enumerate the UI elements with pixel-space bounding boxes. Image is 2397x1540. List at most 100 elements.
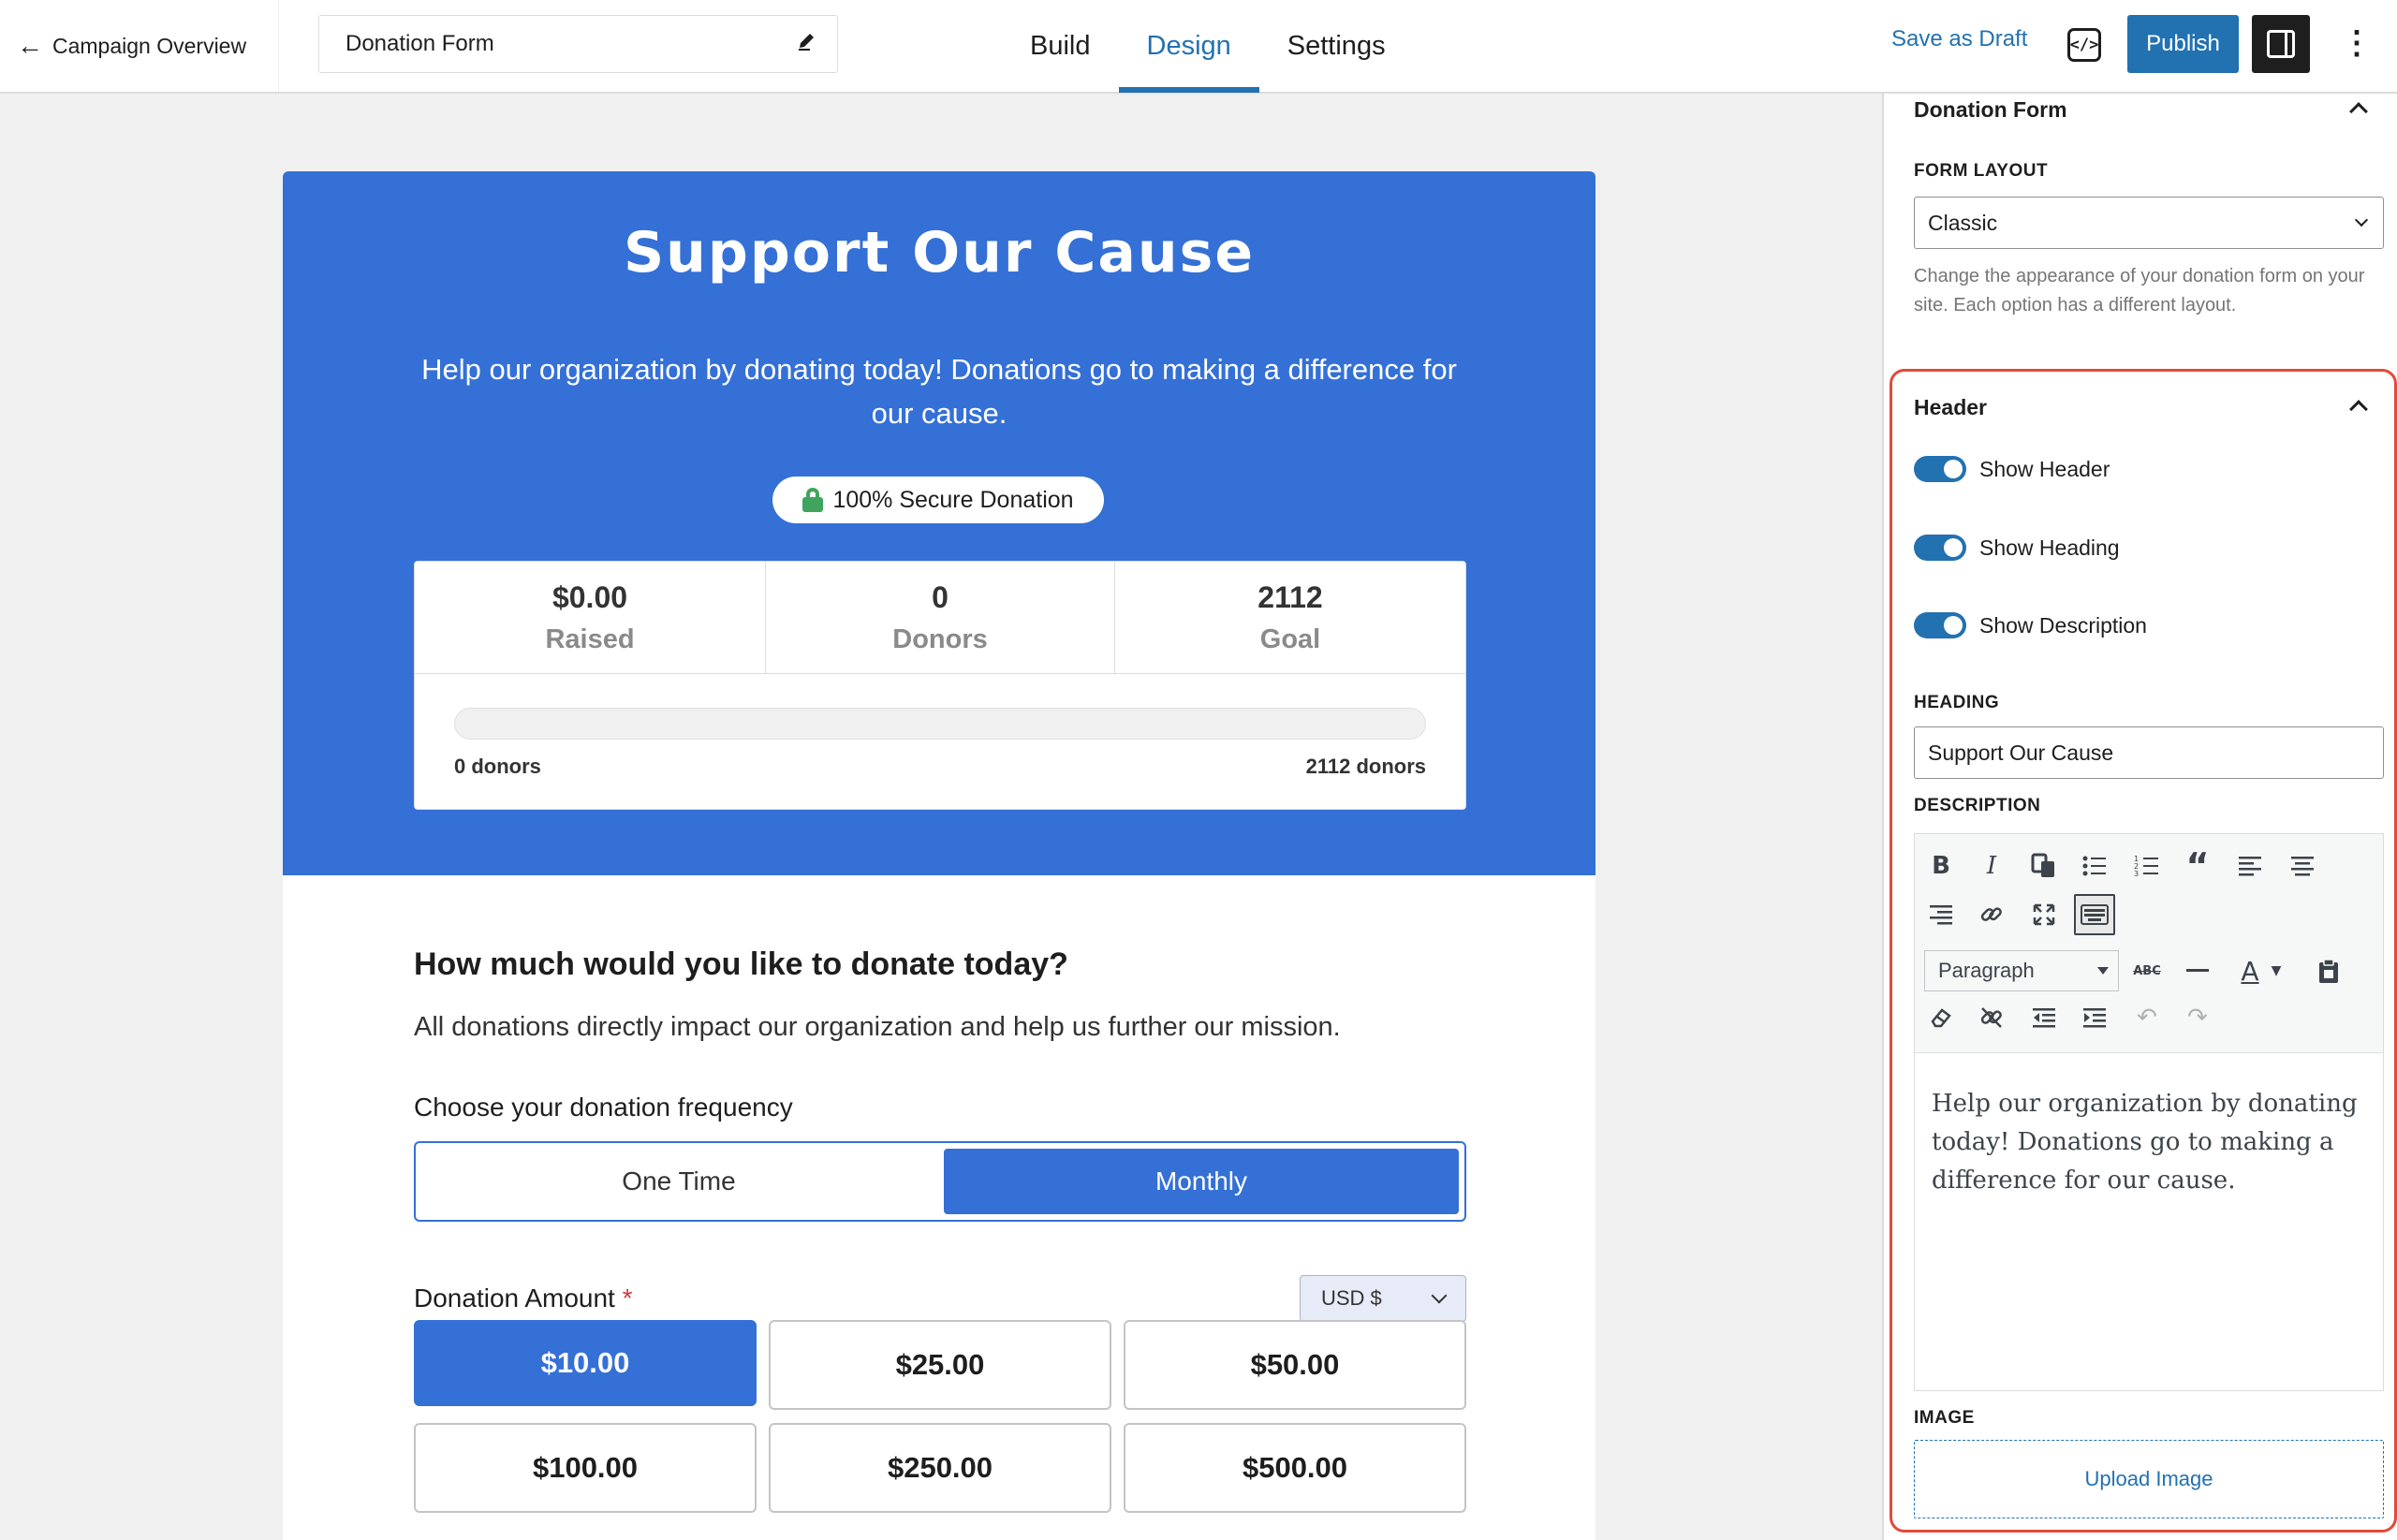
more-options-icon[interactable]: ⋮ [2341, 24, 2373, 62]
code-view-icon[interactable]: </> [2067, 28, 2101, 62]
donation-question: How much would you like to donate today? [414, 946, 1068, 982]
upload-image-button[interactable]: Upload Image [1914, 1440, 2384, 1518]
description-editor: B I 123 “ Paragraph ABC A ▼ ↶ ↷ Help our… [1914, 833, 2384, 1391]
settings-sidebar: Donation Form FORM LAYOUT Classic Change… [1882, 94, 2397, 1540]
strikethrough-icon[interactable]: ABC [2126, 950, 2168, 991]
show-description-toggle[interactable] [1914, 612, 1966, 638]
back-label: Campaign Overview [52, 33, 247, 58]
publish-button[interactable]: Publish [2127, 15, 2239, 73]
dropdown-triangle-icon [2097, 967, 2109, 975]
stat-donors: 0 Donors [765, 562, 1115, 674]
donation-amount-label-text: Donation Amount [414, 1283, 615, 1313]
align-left-icon[interactable] [2229, 845, 2271, 887]
donation-form-section-title[interactable]: Donation Form [1914, 97, 2067, 123]
form-layout-label: FORM LAYOUT [1914, 161, 2049, 181]
show-header-toggle[interactable] [1914, 456, 1966, 482]
paste-as-text-icon[interactable] [2023, 845, 2065, 887]
required-marker: * [622, 1283, 633, 1313]
paste-word-icon[interactable] [2308, 950, 2349, 991]
form-heading: Support Our Cause [623, 220, 1256, 286]
description-field-label: DESCRIPTION [1914, 796, 2041, 815]
undo-icon[interactable]: ↶ [2126, 997, 2168, 1038]
donation-amount-label: Donation Amount * [414, 1283, 633, 1313]
back-to-campaign-overview-link[interactable]: ← Campaign Overview [0, 0, 279, 92]
tab-settings[interactable]: Settings [1259, 0, 1414, 92]
amount-option[interactable]: $10.00 [414, 1320, 757, 1406]
tab-design[interactable]: Design [1118, 0, 1260, 93]
numbered-list-icon[interactable]: 123 [2126, 845, 2168, 887]
clear-formatting-icon[interactable] [1920, 997, 1962, 1038]
sidebar-toggle-button[interactable] [2252, 15, 2310, 73]
bulleted-list-icon[interactable] [2074, 845, 2115, 887]
header-section-title[interactable]: Header [1914, 395, 1987, 420]
show-header-toggle-row[interactable]: Show Header [1914, 455, 2110, 483]
save-as-draft-button[interactable]: Save as Draft [1891, 26, 2027, 52]
indent-icon[interactable] [2074, 997, 2115, 1038]
paragraph-format-select[interactable]: Paragraph [1924, 950, 2119, 991]
currency-select[interactable]: USD $ [1300, 1275, 1466, 1322]
form-layout-select[interactable]: Classic [1914, 197, 2384, 249]
paragraph-format-value: Paragraph [1938, 959, 2035, 982]
amount-option[interactable]: $100.00 [414, 1423, 757, 1513]
secure-donation-badge: 100% Secure Donation [772, 477, 1104, 523]
amount-option[interactable]: $25.00 [769, 1320, 1111, 1410]
show-heading-toggle-row[interactable]: Show Heading [1914, 534, 2120, 562]
insert-link-icon[interactable] [1971, 894, 2012, 935]
form-layout-value: Classic [1928, 210, 1998, 235]
goal-progress-bar [454, 708, 1426, 740]
heading-input[interactable]: Support Our Cause [1914, 726, 2384, 779]
bold-icon[interactable]: B [1920, 845, 1962, 887]
remove-link-icon[interactable] [1971, 997, 2012, 1038]
lock-icon [802, 488, 824, 512]
svg-text:3: 3 [2134, 870, 2139, 878]
stat-label: Raised [545, 624, 635, 654]
pencil-edit-icon[interactable] [796, 31, 816, 58]
chevron-down-icon [2354, 213, 2369, 227]
amount-option[interactable]: $500.00 [1124, 1423, 1466, 1513]
tab-build[interactable]: Build [1002, 0, 1119, 92]
toggle-label: Show Heading [1979, 535, 2120, 560]
amount-option[interactable]: $50.00 [1124, 1320, 1466, 1410]
arrow-left-icon: ← [17, 31, 43, 60]
form-header[interactable]: Support Our Cause Help our organization … [283, 171, 1596, 875]
frequency-option-monthly[interactable]: Monthly [944, 1149, 1459, 1214]
form-name-field[interactable]: Donation Form [318, 15, 838, 73]
fullscreen-icon[interactable] [2023, 894, 2065, 935]
frequency-label: Choose your donation frequency [414, 1093, 793, 1122]
blockquote-icon[interactable]: “ [2177, 845, 2218, 887]
outdent-icon[interactable] [2023, 997, 2065, 1038]
donation-question-subtext: All donations directly impact our organi… [414, 1012, 1341, 1042]
show-heading-toggle[interactable] [1914, 535, 1966, 561]
editor-toolbar: B I 123 “ Paragraph ABC A ▼ ↶ ↷ [1915, 834, 2383, 1053]
stat-value: 2112 [1257, 580, 1323, 614]
amount-option[interactable]: $250.00 [769, 1423, 1111, 1513]
progress-start-label: 0 donors [454, 755, 541, 778]
toggle-label: Show Header [1979, 456, 2110, 481]
text-color-dropdown-icon[interactable]: ▼ [2263, 950, 2289, 991]
currency-value: USD $ [1321, 1286, 1382, 1310]
editor-canvas: Support Our Cause Help our organization … [0, 94, 1882, 1540]
align-center-icon[interactable] [2282, 845, 2323, 887]
toggle-label: Show Description [1979, 612, 2147, 638]
toolbar-toggle-icon[interactable] [2074, 894, 2115, 935]
editor-tabs: Build Design Settings [1002, 0, 1414, 93]
goal-stats-card: $0.00 Raised 0 Donors 2112 Goal 0 donors… [414, 561, 1466, 810]
description-editor-content[interactable]: Help our organization by donating today!… [1932, 1085, 2362, 1200]
secure-badge-text: 100% Secure Donation [832, 486, 1074, 513]
sidebar-panel-icon [2267, 30, 2295, 58]
image-field-label: IMAGE [1914, 1408, 1975, 1428]
frequency-selector: One Time Monthly [414, 1141, 1466, 1222]
chevron-down-icon [1431, 1287, 1448, 1304]
donation-form-preview: Support Our Cause Help our organization … [283, 171, 1596, 1540]
redo-icon[interactable]: ↷ [2177, 997, 2218, 1038]
chevron-up-icon[interactable] [2349, 102, 2368, 121]
heading-field-label: HEADING [1914, 693, 2000, 712]
italic-icon[interactable]: I [1971, 845, 2012, 887]
frequency-option-one-time[interactable]: One Time [421, 1149, 936, 1214]
show-description-toggle-row[interactable]: Show Description [1914, 611, 2147, 639]
horizontal-line-icon[interactable] [2177, 950, 2218, 991]
form-layout-help: Change the appearance of your donation f… [1914, 266, 2365, 315]
stat-value: 0 [932, 580, 949, 614]
align-right-icon[interactable] [1920, 894, 1962, 935]
stat-raised: $0.00 Raised [415, 562, 765, 674]
